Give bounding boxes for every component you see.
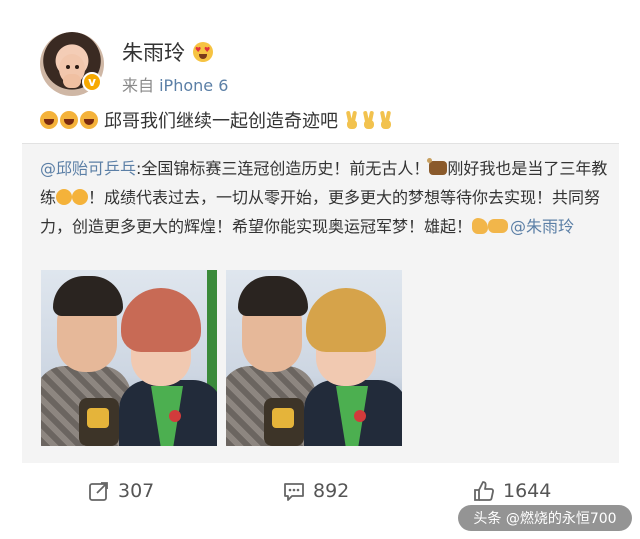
comment-button[interactable]: 892 bbox=[283, 480, 349, 502]
sweat-emoji-icon bbox=[56, 189, 73, 205]
comment-icon bbox=[283, 480, 305, 502]
original-author-link[interactable]: @邱贻可乒乓 bbox=[40, 159, 136, 178]
share-icon bbox=[88, 480, 110, 502]
watermark: 头条 @燃烧的永恒700 bbox=[458, 505, 632, 531]
like-count: 1644 bbox=[503, 480, 552, 502]
flexed-biceps-icon bbox=[472, 218, 489, 234]
heart-eyes-emoji-icon: ♥ ♥ bbox=[193, 42, 213, 62]
victory-hand-icon bbox=[362, 111, 376, 129]
weibo-post-card: v 朱雨玲 ♥ ♥ 来自 iPhone 6 邱哥我们继续一起创造奇迹吧 @邱贻可乒… bbox=[0, 0, 640, 539]
handshake-icon bbox=[488, 219, 509, 233]
source-device[interactable]: iPhone 6 bbox=[159, 76, 228, 95]
photo-thumbnail[interactable] bbox=[226, 270, 402, 446]
mention-link[interactable]: @朱雨玲 bbox=[510, 217, 574, 236]
reposted-content[interactable]: @邱贻可乒乓:全国锦标赛三连冠创造历史！前无古人！ 刚好我也是当了三年教练 ！成绩代… bbox=[22, 143, 619, 463]
victory-hand-icon bbox=[379, 111, 393, 129]
laughing-emoji-icon bbox=[60, 111, 78, 129]
post-body: 邱哥我们继续一起创造奇迹吧 bbox=[104, 111, 338, 132]
author-row: 朱雨玲 ♥ ♥ bbox=[122, 37, 213, 67]
post-source: 来自 iPhone 6 bbox=[122, 76, 229, 95]
author-name[interactable]: 朱雨玲 bbox=[122, 37, 185, 67]
photo-thumbnail[interactable] bbox=[41, 270, 217, 446]
laughing-emoji-icon bbox=[80, 111, 98, 129]
post-text: 邱哥我们继续一起创造奇迹吧 bbox=[40, 107, 393, 133]
victory-hand-icon bbox=[345, 111, 359, 129]
share-button[interactable]: 307 bbox=[88, 480, 154, 502]
verified-badge-icon: v bbox=[82, 72, 102, 92]
ox-emoji-icon bbox=[427, 158, 448, 175]
repost-text: @邱贻可乒乓:全国锦标赛三连冠创造历史！前无古人！ 刚好我也是当了三年教练 ！成绩代… bbox=[40, 158, 608, 236]
comment-count: 892 bbox=[313, 480, 350, 502]
like-button[interactable]: 1644 bbox=[473, 480, 551, 502]
share-count: 307 bbox=[118, 480, 155, 502]
laughing-emoji-icon bbox=[40, 111, 58, 129]
thumbs-up-icon bbox=[473, 480, 495, 502]
smile-emoji-icon bbox=[72, 189, 89, 205]
